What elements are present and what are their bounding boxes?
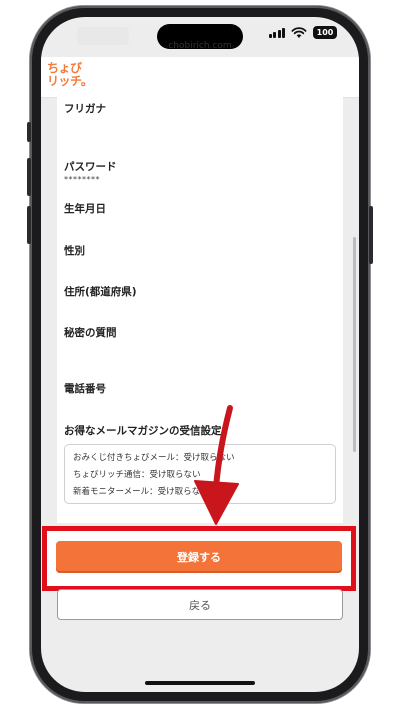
signal-icon (268, 27, 285, 38)
logo-line-2: リッチ。 (47, 74, 93, 88)
site-header: ちょび リッチ。 (41, 57, 359, 98)
field-label-prefecture: 住所(都道府県) (64, 286, 137, 298)
newsletter-item: おみくじ付きちょびメール：受け取らない (73, 453, 235, 463)
newsletter-item: ちょびリッチ通信：受け取らない (73, 470, 201, 480)
back-button[interactable]: 戻る (57, 589, 343, 620)
newsletter-item: 新着モニターメール：受け取らない (73, 487, 209, 497)
field-value-password: ******** (64, 175, 100, 184)
home-indicator (145, 681, 255, 685)
field-label-birthdate: 生年月日 (64, 203, 106, 215)
battery-icon: 100 (313, 26, 337, 39)
newsletter-settings-box: おみくじ付きちょびメール：受け取らない ちょびリッチ通信：受け取らない 新着モニ… (64, 444, 336, 504)
field-label-secret-question: 秘密の質問 (64, 327, 117, 339)
site-logo[interactable]: ちょび リッチ。 (47, 62, 93, 88)
field-label-phone: 電話番号 (64, 383, 106, 395)
scrollbar[interactable] (353, 237, 356, 452)
power-button (369, 206, 373, 264)
battery-level: 100 (316, 28, 334, 37)
volume-down-button (27, 206, 31, 244)
field-label-password: パスワード (64, 161, 117, 173)
field-label-gender: 性別 (64, 245, 85, 257)
field-label-furigana: フリガナ (64, 103, 106, 115)
phone-screen: 100 chobirich.com ちょび リッチ。 フリガナ パスワード **… (41, 17, 359, 692)
register-button[interactable]: 登録する (56, 541, 342, 573)
wifi-icon (291, 26, 307, 38)
field-label-newsletter: お得なメールマガジンの受信設定 (64, 425, 222, 437)
volume-up-button (27, 158, 31, 196)
confirmation-form: フリガナ パスワード ******** 生年月日 性別 住所(都道府県) 秘密の… (57, 97, 343, 523)
status-icons: 100 (268, 26, 337, 39)
url-bar-text: chobirich.com (168, 41, 232, 51)
mute-switch (27, 122, 31, 142)
